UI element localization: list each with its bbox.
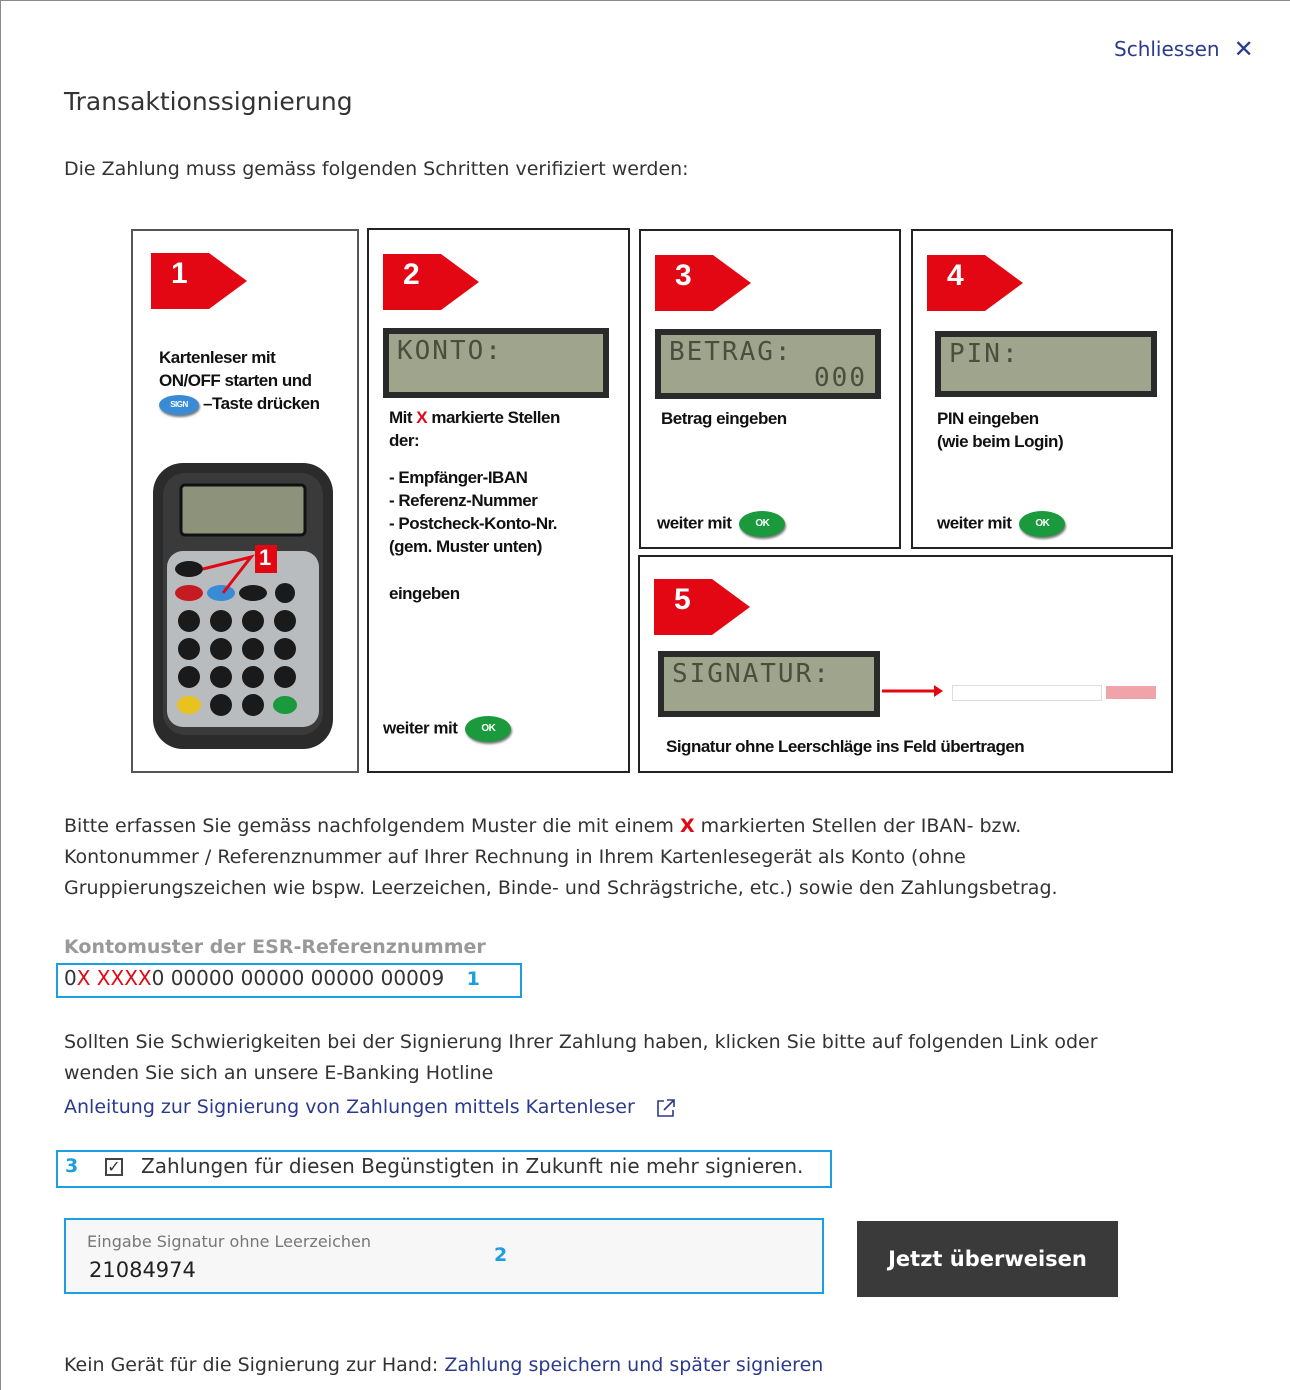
guide-link[interactable]: Anleitung zur Signierung von Zahlungen m…	[64, 1092, 677, 1123]
never-sign-label[interactable]: Zahlungen für diesen Begünstigten in Zuk…	[141, 1154, 803, 1178]
step-number: 4	[947, 259, 964, 292]
ok-key-icon: OK	[465, 716, 512, 742]
lcd-display: BETRAG: 000	[655, 329, 881, 399]
step-2-panel: 2 KONTO: Mit X markierte Stellen der: - …	[367, 228, 630, 773]
step-1-text: Kartenleser mit ON/OFF starten und SIGN –…	[159, 348, 320, 415]
page-title: Transaktionssignierung	[64, 87, 353, 116]
callout-2: 2	[494, 1244, 508, 1266]
close-button[interactable]: Schliessen ✕	[1114, 37, 1254, 61]
step-4-text: PIN eingeben (wie beim Login)	[937, 409, 1064, 451]
step-5-panel: 5 SIGNATUR: Signatur ohne Leerschläge in…	[638, 555, 1173, 773]
step-5-text: Signatur ohne Leerschläge ins Feld übert…	[666, 737, 1025, 756]
account-pattern: 0X XXXX0 00000 00000 00000 00009 1	[64, 966, 480, 990]
signature-input-label: Eingabe Signatur ohne Leerzeichen	[87, 1232, 372, 1251]
step-number: 5	[674, 583, 691, 616]
step-1-panel: 1 Kartenleser mit ON/OFF starten und SIG…	[131, 229, 359, 773]
instructions-text: Bitte erfassen Sie gemäss nachfolgendem …	[64, 815, 1058, 899]
callout-1: 1	[466, 968, 480, 990]
muster-label: Kontomuster der ESR-Referenznummer	[64, 936, 486, 958]
lcd-display: KONTO:	[383, 328, 609, 398]
save-sign-later-link[interactable]: Zahlung speichern und später signieren	[444, 1354, 823, 1376]
card-reader-image	[153, 463, 333, 749]
continue-hint: weiter mit OK	[937, 511, 1066, 537]
signature-input[interactable]	[87, 1257, 791, 1283]
close-label: Schliessen	[1114, 37, 1220, 61]
close-icon: ✕	[1233, 35, 1254, 63]
step-number: 2	[403, 258, 420, 291]
step-3-text: Betrag eingeben	[661, 409, 787, 428]
intro-text: Die Zahlung muss gemäss folgenden Schrit…	[64, 158, 689, 180]
help-text: Sollten Sie Schwierigkeiten bei der Sign…	[64, 1031, 1098, 1084]
step-number: 3	[675, 259, 692, 292]
button-illustration	[1106, 686, 1156, 699]
continue-hint: weiter mit OK	[657, 511, 786, 537]
callout-3: 3	[65, 1155, 79, 1177]
continue-hint: weiter mit OK	[383, 716, 512, 742]
never-sign-checkbox[interactable]: ✓	[105, 1158, 123, 1176]
step-4-panel: 4 PIN: PIN eingeben (wie beim Login) wei…	[911, 229, 1173, 549]
ok-key-icon: OK	[739, 511, 786, 537]
signature-field-illustration	[952, 685, 1102, 701]
step-2-text: Mit X markierte Stellen der: - Empfänger…	[389, 408, 560, 603]
lcd-display: SIGNATUR:	[658, 651, 880, 717]
sign-key-icon: SIGN	[159, 394, 199, 415]
arrow-right-icon	[882, 685, 943, 697]
device-marker: 1	[259, 545, 272, 570]
footer-text: Kein Gerät für die Signierung zur Hand: …	[64, 1354, 824, 1376]
step-number: 1	[171, 257, 188, 290]
step-3-panel: 3 BETRAG: 000 Betrag eingeben weiter mit…	[639, 229, 901, 549]
external-link-icon	[656, 1098, 675, 1117]
transfer-now-button[interactable]: Jetzt überweisen	[857, 1221, 1118, 1297]
signing-dialog: Schliessen ✕ Transaktionssignierung Die …	[0, 0, 1290, 1390]
ok-key-icon: OK	[1019, 511, 1066, 537]
lcd-display: PIN:	[935, 331, 1157, 397]
